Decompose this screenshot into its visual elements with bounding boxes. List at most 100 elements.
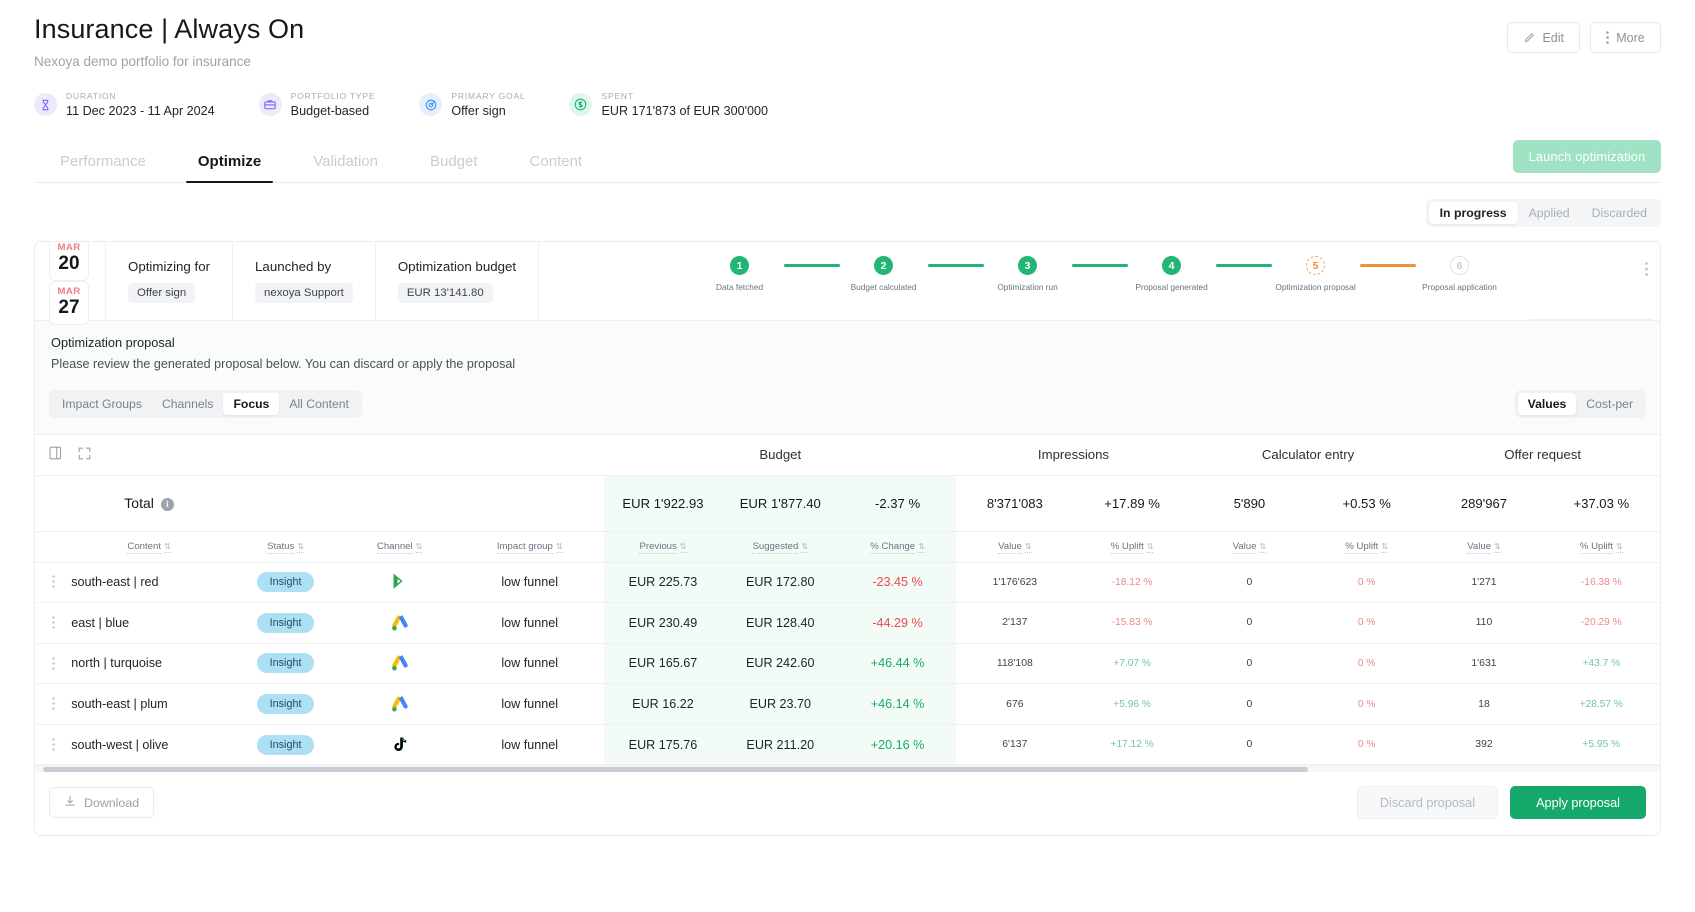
row-channel — [344, 724, 456, 766]
row-impact-group: low funnel — [455, 602, 605, 644]
table-row[interactable]: south-east | red Insight low funnel EUR … — [35, 562, 1660, 604]
table-row[interactable]: south-east | plum Insight low funnel EUR… — [35, 683, 1660, 725]
info-icon[interactable]: i — [160, 497, 174, 511]
col-calculator-uplift[interactable]: % Uplift ⇅ — [1308, 531, 1426, 563]
total-budget-previous: EUR 1'922.93 — [604, 475, 722, 532]
step-2: 2 Budget calculated — [840, 256, 928, 293]
summary-more-icon[interactable] — [1645, 262, 1648, 278]
row-content: north | turquoise — [71, 643, 227, 685]
total-budget-suggested: EUR 1'877.40 — [721, 475, 839, 532]
step-3-dot: 3 — [1018, 256, 1038, 275]
row-suggested: EUR 172.80 — [721, 562, 839, 604]
apply-proposal-button[interactable]: Apply proposal — [1510, 786, 1646, 820]
filter-all-content[interactable]: All Content — [279, 393, 359, 415]
table-row[interactable]: south-west | olive Insight low funnel EU… — [35, 724, 1660, 766]
col-impressions-uplift[interactable]: % Uplift ⇅ — [1073, 531, 1191, 563]
row-menu-icon[interactable] — [35, 602, 72, 644]
col-channel[interactable]: Channel ⇅ — [344, 531, 456, 563]
download-icon — [64, 795, 76, 810]
meta-primary-goal-value: Offer sign — [451, 104, 506, 118]
step-2-label: Budget calculated — [850, 282, 917, 292]
optimizing-for-value: Offer sign — [128, 283, 196, 303]
expand-icon[interactable] — [78, 447, 91, 463]
row-content: south-east | plum — [71, 683, 227, 725]
status-filter-applied[interactable]: Applied — [1518, 202, 1581, 224]
row-status: Insight — [226, 562, 345, 604]
table-row[interactable]: east | blue Insight low funnel EUR 230.4… — [35, 602, 1660, 644]
step-connector-1 — [783, 264, 840, 267]
step-1-dot: 1 — [730, 256, 750, 275]
total-offer-value: 289'967 — [1425, 475, 1543, 532]
table-total-row: Total i EUR 1'922.93 EUR 1'877.40 -2.37 %… — [35, 475, 1660, 532]
date-range: MAR 20 MAR 27 — [35, 242, 106, 325]
row-menu-icon[interactable] — [35, 724, 72, 766]
row-change: -23.45 % — [838, 562, 957, 604]
row-change: +46.44 % — [838, 643, 957, 685]
col-calculator-value[interactable]: Value ⇅ — [1190, 531, 1309, 563]
col-status[interactable]: Status ⇅ — [226, 531, 345, 563]
col-content[interactable]: Content ⇅ — [71, 531, 227, 563]
tab-content[interactable]: Content — [504, 153, 609, 182]
step-4-label: Proposal generated — [1135, 282, 1208, 292]
row-impressions-value: 676 — [956, 683, 1074, 725]
group-header-offer-request: Offer request — [1425, 435, 1660, 476]
col-offer-uplift[interactable]: % Uplift ⇅ — [1542, 531, 1660, 563]
tab-optimize[interactable]: Optimize — [172, 153, 287, 183]
col-previous[interactable]: Previous ⇅ — [604, 531, 722, 563]
status-filter-discarded[interactable]: Discarded — [1581, 202, 1658, 224]
scrollbar-thumb[interactable] — [43, 767, 1308, 773]
row-suggested: EUR 23.70 — [721, 683, 839, 725]
filter-impact-groups[interactable]: Impact Groups — [52, 393, 152, 415]
total-impressions-uplift: +17.89 % — [1073, 475, 1191, 532]
row-menu-icon[interactable] — [35, 562, 72, 604]
end-date: MAR 27 — [49, 281, 89, 325]
col-offer-value[interactable]: Value ⇅ — [1425, 531, 1543, 563]
launch-optimization-button[interactable]: Launch optimization — [1513, 140, 1661, 173]
start-date: MAR 20 — [49, 242, 89, 281]
more-button[interactable]: More — [1590, 22, 1661, 53]
optimization-stepper: 1 Data fetched 2 Budget calculated 3 Opt… — [539, 242, 1660, 320]
row-offer-value: 18 — [1425, 683, 1543, 725]
end-date-day: 27 — [58, 297, 80, 318]
row-menu-icon[interactable] — [35, 643, 72, 685]
row-offer-value: 110 — [1425, 602, 1543, 644]
filter-channels[interactable]: Channels — [152, 393, 224, 415]
row-change: -44.29 % — [838, 602, 957, 644]
row-impressions-value: 2'137 — [956, 602, 1074, 644]
col-impressions-value[interactable]: Value ⇅ — [956, 531, 1074, 563]
col-impact-group[interactable]: Impact group ⇅ — [455, 531, 605, 563]
step-3-label: Optimization run — [997, 282, 1058, 292]
status-filter: In progress Applied Discarded — [1425, 199, 1661, 227]
row-menu-icon[interactable] — [35, 683, 72, 725]
tab-performance[interactable]: Performance — [34, 153, 172, 182]
row-calculator-value: 0 — [1190, 562, 1309, 604]
status-filter-in-progress[interactable]: In progress — [1428, 202, 1518, 224]
row-offer-uplift: -20.29 % — [1542, 602, 1660, 644]
table-horizontal-scrollbar[interactable] — [35, 765, 1660, 773]
columns-icon[interactable] — [49, 446, 62, 463]
row-previous: EUR 165.67 — [604, 643, 722, 685]
col-change[interactable]: % Change ⇅ — [838, 531, 957, 563]
tab-validation[interactable]: Validation — [287, 153, 404, 182]
table-row[interactable]: north | turquoise Insight low funnel EUR… — [35, 643, 1660, 685]
filter-focus[interactable]: Focus — [223, 393, 280, 415]
meta-portfolio-type: PORTFOLIO TYPE Budget-based — [258, 91, 376, 118]
discard-proposal-button[interactable]: Discard proposal — [1356, 786, 1499, 820]
table-tools — [35, 435, 227, 476]
row-offer-uplift: +5.95 % — [1542, 724, 1660, 766]
col-suggested[interactable]: Suggested ⇅ — [721, 531, 839, 563]
row-impact-group: low funnel — [455, 724, 605, 766]
step-connector-2 — [927, 264, 984, 267]
download-button[interactable]: Download — [49, 787, 155, 819]
total-calculator-uplift: +0.53 % — [1308, 475, 1426, 532]
meta-duration-value: 11 Dec 2023 - 11 Apr 2024 — [66, 104, 215, 118]
toggle-cost-per[interactable]: Cost-per — [1576, 393, 1643, 415]
total-channel-cell — [344, 475, 456, 532]
tab-budget[interactable]: Budget — [404, 153, 504, 182]
total-label-text: Total — [124, 495, 154, 511]
row-status: Insight — [226, 643, 345, 685]
main-tabs: Performance Optimize Validation Budget C… — [34, 140, 1661, 183]
optimizing-for-label: Optimizing for — [128, 259, 211, 274]
toggle-values[interactable]: Values — [1517, 393, 1577, 415]
edit-button[interactable]: Edit — [1507, 22, 1580, 53]
